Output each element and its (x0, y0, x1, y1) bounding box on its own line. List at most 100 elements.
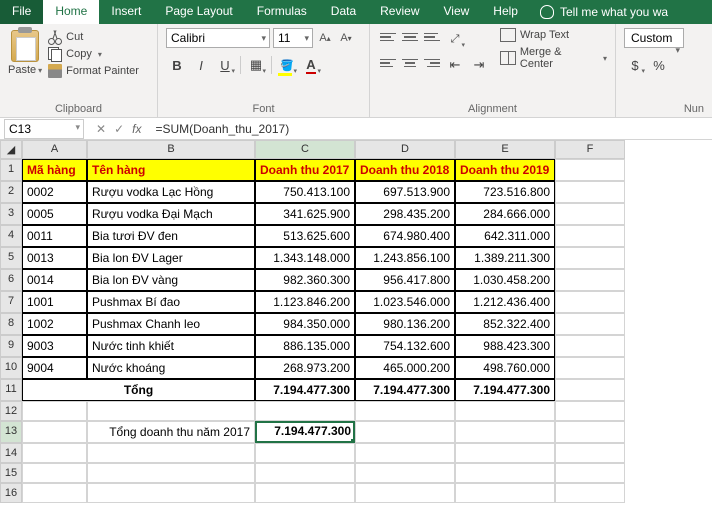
cell[interactable]: 298.435.200 (355, 203, 455, 225)
cell[interactable]: Rượu vodka Lạc Hồng (87, 181, 255, 203)
italic-button[interactable]: I (190, 54, 212, 76)
cell[interactable] (255, 443, 355, 463)
cell[interactable] (355, 401, 455, 421)
row-header[interactable]: 9 (0, 335, 22, 357)
cell[interactable]: 1.123.846.200 (255, 291, 355, 313)
cell[interactable] (555, 159, 625, 181)
cell[interactable] (22, 443, 87, 463)
cell[interactable]: Pushmax Chanh leo (87, 313, 255, 335)
tab-help[interactable]: Help (481, 0, 530, 24)
cell[interactable] (22, 401, 87, 421)
cell[interactable]: 0014 (22, 269, 87, 291)
copy-button[interactable]: Copy▾ (48, 47, 139, 61)
align-top-button[interactable] (378, 28, 398, 46)
tab-home[interactable]: Home (43, 0, 99, 24)
cell[interactable]: Doanh thu 2017 (255, 159, 355, 181)
cell[interactable]: 754.132.600 (355, 335, 455, 357)
tab-view[interactable]: View (432, 0, 482, 24)
tab-data[interactable]: Data (319, 0, 368, 24)
increase-indent-button[interactable]: ⇥ (468, 54, 490, 76)
cell[interactable] (87, 463, 255, 483)
fx-icon[interactable]: fx (132, 122, 141, 136)
currency-button[interactable]: $ (624, 54, 646, 76)
cell[interactable]: 7.194.477.300 (455, 379, 555, 401)
tab-file[interactable]: File (0, 0, 43, 24)
cell[interactable]: 642.311.000 (455, 225, 555, 247)
cell[interactable]: 465.000.200 (355, 357, 455, 379)
tab-review[interactable]: Review (368, 0, 431, 24)
format-painter-button[interactable]: Format Painter (48, 64, 139, 78)
cell[interactable]: Tên hàng (87, 159, 255, 181)
cell[interactable]: 513.625.600 (255, 225, 355, 247)
col-header-F[interactable]: F (555, 140, 625, 159)
cell[interactable] (87, 401, 255, 421)
cell[interactable] (555, 181, 625, 203)
cell[interactable]: Doanh thu 2018 (355, 159, 455, 181)
increase-font-button[interactable]: A▴ (316, 28, 334, 48)
cell[interactable]: Doanh thu 2019 (455, 159, 555, 181)
cell[interactable]: 341.625.900 (255, 203, 355, 225)
cell[interactable]: Nước khoáng (87, 357, 255, 379)
cut-button[interactable]: Cut (48, 30, 139, 44)
cell[interactable] (255, 463, 355, 483)
row-header[interactable]: 5 (0, 247, 22, 269)
paste-button[interactable]: Paste▾ (8, 64, 42, 76)
row-header[interactable]: 15 (0, 463, 22, 483)
cell[interactable] (555, 421, 625, 443)
number-format-select[interactable]: Custom (624, 28, 684, 48)
underline-button[interactable]: U (214, 54, 236, 76)
tell-me[interactable]: Tell me what you wa (530, 0, 678, 24)
cell[interactable]: 956.417.800 (355, 269, 455, 291)
name-box[interactable]: C13 (4, 119, 84, 139)
row-header[interactable]: 1 (0, 159, 22, 181)
cell[interactable] (455, 421, 555, 443)
font-color-button[interactable]: A (300, 54, 322, 76)
tab-formulas[interactable]: Formulas (245, 0, 319, 24)
select-all-corner[interactable]: ◢ (0, 140, 22, 159)
cell[interactable]: 1.212.436.400 (455, 291, 555, 313)
align-left-button[interactable] (378, 54, 398, 72)
enter-formula-icon[interactable]: ✓ (114, 122, 124, 136)
cell[interactable] (555, 291, 625, 313)
cell[interactable] (355, 443, 455, 463)
cell[interactable] (22, 483, 87, 503)
align-middle-button[interactable] (400, 28, 420, 46)
cell[interactable]: 0005 (22, 203, 87, 225)
tab-page-layout[interactable]: Page Layout (153, 0, 244, 24)
cell[interactable] (455, 483, 555, 503)
cell[interactable] (87, 443, 255, 463)
row-header[interactable]: 13 (0, 421, 22, 443)
cell[interactable]: Rượu vodka Đại Mạch (87, 203, 255, 225)
cell[interactable] (455, 443, 555, 463)
cell[interactable]: 0013 (22, 247, 87, 269)
cell[interactable]: 1.243.856.100 (355, 247, 455, 269)
cell[interactable] (555, 335, 625, 357)
cell[interactable] (555, 443, 625, 463)
cell[interactable] (555, 225, 625, 247)
formula-bar[interactable]: =SUM(Doanh_thu_2017) (149, 120, 712, 138)
decrease-indent-button[interactable]: ⇤ (444, 54, 466, 76)
cell[interactable] (555, 269, 625, 291)
row-header[interactable]: 10 (0, 357, 22, 379)
cell[interactable]: 723.516.800 (455, 181, 555, 203)
cell[interactable]: 750.413.100 (255, 181, 355, 203)
cell[interactable] (255, 401, 355, 421)
cell[interactable]: Pushmax Bí đao (87, 291, 255, 313)
cell[interactable]: 1002 (22, 313, 87, 335)
spreadsheet-grid[interactable]: ◢ A B C D E F 1 Mã hàng Tên hàng Doanh t… (0, 140, 712, 503)
cell[interactable] (555, 357, 625, 379)
cancel-formula-icon[interactable]: ✕ (96, 122, 106, 136)
bold-button[interactable]: B (166, 54, 188, 76)
cell[interactable]: 9004 (22, 357, 87, 379)
cell[interactable] (22, 421, 87, 443)
cell[interactable]: Bia lon ĐV vàng (87, 269, 255, 291)
row-header[interactable]: 11 (0, 379, 22, 401)
cell[interactable]: 7.194.477.300 (255, 379, 355, 401)
align-center-button[interactable] (400, 54, 420, 72)
cell[interactable]: 498.760.000 (455, 357, 555, 379)
cell[interactable] (555, 401, 625, 421)
row-header[interactable]: 16 (0, 483, 22, 503)
col-header-C[interactable]: C (255, 140, 355, 159)
cell[interactable] (555, 313, 625, 335)
cell[interactable]: 7.194.477.300 (355, 379, 455, 401)
